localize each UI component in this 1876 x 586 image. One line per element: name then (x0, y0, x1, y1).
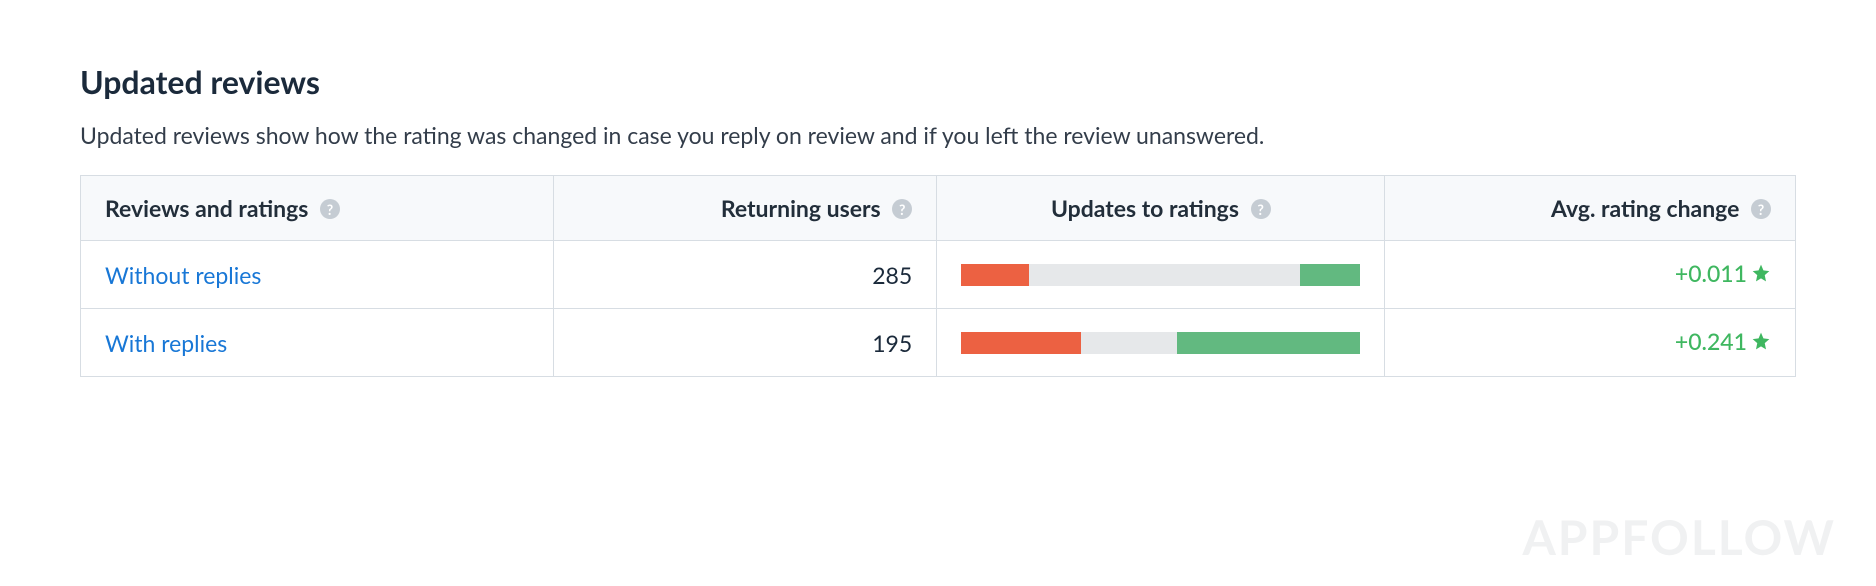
table-row: Without replies 285 +0.011 (81, 241, 1796, 309)
rating-change-bar (961, 264, 1360, 286)
watermark: APPFOLLOW (1522, 509, 1836, 566)
cell-updates-bar (937, 309, 1385, 377)
col-header-reviews-label: Reviews and ratings (105, 194, 308, 222)
cell-avg-change: +0.241 (1385, 309, 1796, 377)
table-row: With replies 195 +0.241 (81, 309, 1796, 377)
bar-positive (1177, 332, 1361, 354)
help-icon[interactable]: ? (892, 199, 912, 219)
section-description: Updated reviews show how the rating was … (80, 121, 1796, 149)
help-icon[interactable]: ? (1251, 199, 1271, 219)
cell-reviews: Without replies (81, 241, 554, 309)
row-link[interactable]: Without replies (105, 261, 261, 289)
bar-negative (961, 332, 1081, 354)
updated-reviews-table: Reviews and ratings ? Returning users ? … (80, 175, 1796, 377)
cell-returning-users: 285 (553, 241, 936, 309)
star-icon (1751, 328, 1771, 356)
rating-change-bar (961, 332, 1360, 354)
bar-positive (1300, 264, 1360, 286)
bar-negative (961, 264, 1029, 286)
cell-reviews: With replies (81, 309, 554, 377)
cell-returning-users: 195 (553, 309, 936, 377)
cell-avg-change: +0.011 (1385, 241, 1796, 309)
col-header-change-label: Avg. rating change (1551, 194, 1739, 222)
col-header-reviews: Reviews and ratings ? (81, 176, 554, 241)
help-icon[interactable]: ? (1751, 199, 1771, 219)
col-header-updates: Updates to ratings ? (937, 176, 1385, 241)
col-header-change: Avg. rating change ? (1385, 176, 1796, 241)
row-link[interactable]: With replies (105, 329, 227, 357)
col-header-users-label: Returning users (721, 194, 881, 222)
avg-change-value: +0.011 (1675, 259, 1747, 287)
col-header-updates-label: Updates to ratings (1051, 194, 1239, 222)
cell-updates-bar (937, 241, 1385, 309)
avg-change-value: +0.241 (1675, 327, 1747, 355)
col-header-users: Returning users ? (553, 176, 936, 241)
help-icon[interactable]: ? (320, 199, 340, 219)
section-title: Updated reviews (80, 62, 1796, 101)
star-icon (1751, 260, 1771, 288)
